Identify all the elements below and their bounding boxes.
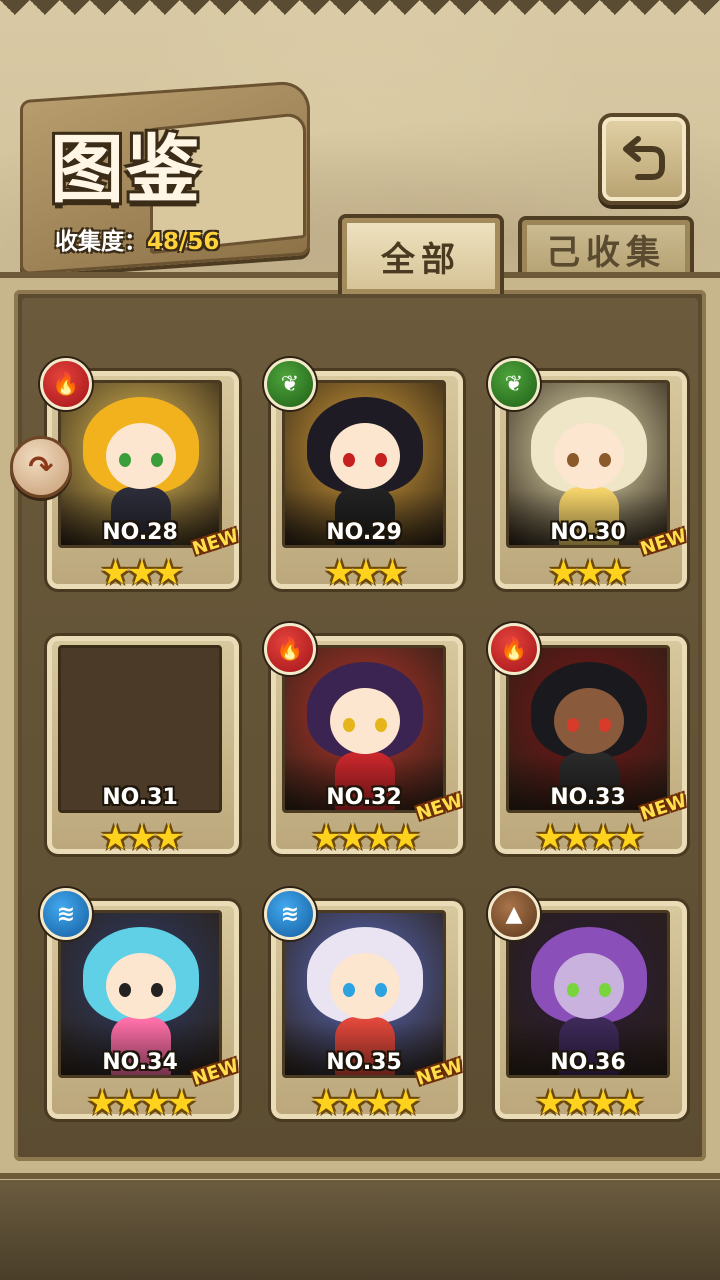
character-card[interactable]: NO.35 NEW ★★★★ ≋ — [264, 888, 466, 1128]
tab-collected[interactable]: 己收集 — [518, 216, 694, 278]
collection-progress: 收集度：48/56 — [55, 222, 219, 256]
water-element-icon: ≋ — [264, 888, 316, 940]
portrait-eye — [375, 718, 387, 732]
rarity-stars: ★★★★ — [535, 818, 645, 858]
card-number: NO.36 — [550, 1050, 626, 1075]
top-border-decoration — [0, 0, 720, 30]
character-card[interactable]: NO.34 NEW ★★★★ ≋ — [40, 888, 242, 1128]
rarity-stars: ★★★★ — [87, 1083, 197, 1123]
portrait-eye — [151, 983, 163, 997]
page-title: 图鉴 — [50, 127, 202, 213]
tab-all[interactable]: 全部 — [338, 214, 504, 294]
portrait-eye — [599, 453, 611, 467]
portrait-face — [330, 953, 400, 1019]
character-card[interactable]: NO.30 NEW ★★★ ❦ — [488, 358, 690, 598]
earth-element-icon: ▲ — [488, 888, 540, 940]
portrait-face — [554, 688, 624, 754]
back-button[interactable] — [598, 113, 690, 205]
portrait-eye — [375, 983, 387, 997]
portrait-eye — [151, 453, 163, 467]
character-card[interactable]: NO.28 NEW ★★★ 🔥 — [40, 358, 242, 598]
rarity-stars: ★★★ — [324, 553, 407, 593]
portrait-face — [106, 953, 176, 1019]
character-card[interactable]: NO.32 NEW ★★★★ 🔥 — [264, 623, 466, 863]
portrait-eye — [119, 453, 131, 467]
bottom-background — [0, 1180, 720, 1280]
portrait-eye — [375, 453, 387, 467]
portrait-eye — [599, 718, 611, 732]
portrait-face — [330, 688, 400, 754]
fire-element-icon: 🔥 — [40, 358, 92, 410]
portrait-face — [106, 423, 176, 489]
leaf-element-icon: ❦ — [488, 358, 540, 410]
portrait-eye — [567, 718, 579, 732]
rarity-stars: ★★★★ — [535, 1083, 645, 1123]
portrait-eye — [343, 718, 355, 732]
collection-label: 收集度： — [55, 229, 147, 255]
rarity-stars: ★★★ — [100, 553, 183, 593]
character-card[interactable]: NO.29 ★★★ ❦ — [264, 358, 466, 598]
rarity-stars: ★★★ — [548, 553, 631, 593]
rarity-stars: ★★★ — [100, 818, 183, 858]
character-card[interactable]: NO.36 ★★★★ ▲ — [488, 888, 690, 1128]
collection-panel: NO.28 NEW ★★★ 🔥 NO.29 ★★★ ❦ NO.30 NEW ★★★ ❦ NO.31 ★★… — [0, 272, 720, 1179]
curved-arrow-icon[interactable]: ↷ — [10, 436, 72, 498]
collection-grid-frame: NO.28 NEW ★★★ 🔥 NO.29 ★★★ ❦ NO.30 NEW ★★★ ❦ NO.31 ★★… — [14, 290, 706, 1161]
portrait-face — [554, 953, 624, 1019]
fire-element-icon: 🔥 — [264, 623, 316, 675]
water-element-icon: ≋ — [40, 888, 92, 940]
portrait-eye — [343, 983, 355, 997]
portrait-eye — [599, 983, 611, 997]
card-number: NO.31 — [102, 785, 178, 810]
portrait-eye — [343, 453, 355, 467]
portrait-eye — [119, 983, 131, 997]
portrait-face — [330, 423, 400, 489]
portrait-eye — [567, 983, 579, 997]
collection-grid: NO.28 NEW ★★★ 🔥 NO.29 ★★★ ❦ NO.30 NEW ★★★ ❦ NO.31 ★★… — [22, 298, 698, 1153]
portrait-face — [554, 423, 624, 489]
character-card[interactable]: NO.31 ★★★ — [42, 625, 242, 863]
collection-value: 48/56 — [147, 229, 220, 255]
card-number: NO.29 — [326, 520, 402, 545]
rarity-stars: ★★★★ — [311, 1083, 421, 1123]
character-card[interactable]: NO.33 NEW ★★★★ 🔥 — [488, 623, 690, 863]
portrait-eye — [567, 453, 579, 467]
leaf-element-icon: ❦ — [264, 358, 316, 410]
fire-element-icon: 🔥 — [488, 623, 540, 675]
return-arrow-icon — [623, 136, 665, 180]
rarity-stars: ★★★★ — [311, 818, 421, 858]
